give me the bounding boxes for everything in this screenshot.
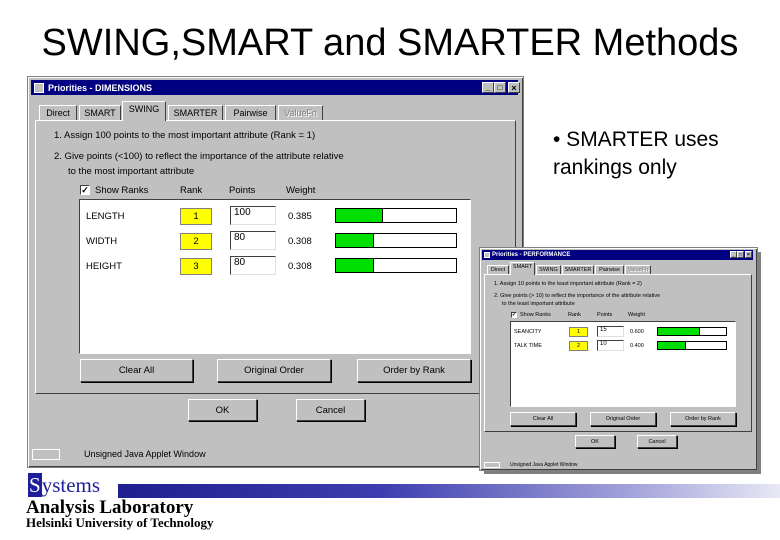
column-header-rank: Rank: [180, 185, 203, 196]
tab-direct[interactable]: Direct: [39, 105, 77, 120]
java-cup-icon: [484, 252, 490, 258]
weight-bar-fill: [658, 328, 700, 335]
logo-systems-cap: S: [28, 473, 42, 497]
original-order-button[interactable]: Original Order: [217, 359, 331, 382]
tab-direct[interactable]: Direct: [487, 265, 509, 274]
priorities-performance-window: Priorities - PERFORMANCE _ □ × Direct SM…: [479, 247, 758, 471]
window-titlebar[interactable]: Priorities - DIMENSIONS: [31, 80, 518, 95]
weight-bar: [335, 233, 457, 248]
weight-value: 0.308: [288, 236, 312, 247]
column-header-weight: Weight: [628, 312, 646, 318]
ok-button[interactable]: OK: [188, 399, 257, 421]
maximize-button[interactable]: □: [494, 82, 506, 93]
tab-swing[interactable]: SWING: [536, 265, 561, 274]
instruction-1: 1. Assign 100 points to the most importa…: [54, 130, 316, 141]
rank-box: 3: [180, 258, 212, 275]
tab-pairwise[interactable]: Pairwise: [225, 105, 276, 120]
maximize-button[interactable]: □: [737, 251, 744, 258]
rank-box: 1: [180, 208, 212, 225]
attribute-name: SEANCITY: [514, 329, 542, 335]
weight-bar: [657, 341, 727, 350]
slide-title: SWING,SMART and SMARTER Methods: [41, 22, 739, 64]
show-ranks-label: Show Ranks: [95, 185, 149, 196]
tab-smarter[interactable]: SMARTER: [562, 265, 594, 274]
rank-box: 2: [180, 233, 212, 250]
weight-bar: [657, 327, 727, 336]
show-ranks-label: Show Ranks: [520, 312, 551, 318]
logo-university: Helsinki University of Technology: [26, 515, 214, 530]
clear-all-button[interactable]: Clear All: [80, 359, 193, 382]
attribute-name: HEIGHT: [86, 261, 122, 272]
tab-smart[interactable]: SMART: [79, 105, 121, 120]
show-ranks-checkbox[interactable]: ✓: [511, 312, 517, 318]
instruction-2: 2. Give points (> 10) to reflect the imp…: [494, 293, 661, 299]
attribute-name: TALK TIME: [514, 343, 542, 349]
status-text: Unsigned Java Applet Window: [84, 449, 206, 459]
clear-all-button[interactable]: Clear All: [510, 412, 576, 426]
logo-systems: Systems: [28, 473, 100, 498]
weight-bar-fill: [658, 342, 687, 349]
order-by-rank-button[interactable]: Order by Rank: [357, 359, 471, 382]
weight-value: 0.600: [630, 329, 644, 335]
logo-stripe: [118, 484, 780, 498]
rank-box: 2: [569, 341, 588, 351]
instruction-3: to the most important attribute: [68, 166, 195, 177]
attribute-name: LENGTH: [86, 211, 125, 222]
points-field[interactable]: 80: [230, 256, 276, 275]
tab-valuefn: ValueFn: [625, 265, 651, 274]
points-field[interactable]: 80: [230, 231, 276, 250]
window-titlebar[interactable]: Priorities - PERFORMANCE: [482, 250, 753, 260]
instruction-2: 2. Give points (<100) to reflect the imp…: [54, 151, 344, 162]
show-ranks-checkbox[interactable]: ✓: [80, 185, 90, 195]
window-title: Priorities - PERFORMANCE: [492, 252, 571, 258]
tab-swing[interactable]: SWING: [122, 101, 166, 121]
points-field[interactable]: 15: [597, 326, 624, 337]
rank-box: 1: [569, 327, 588, 337]
weight-value: 0.400: [630, 343, 644, 349]
points-field[interactable]: 10: [597, 340, 624, 351]
status-bar: Unsigned Java Applet Window: [482, 461, 753, 469]
tab-pairwise[interactable]: Pairwise: [595, 265, 624, 274]
attributes-table: LENGTH 1 100 0.385 WIDTH 2 80 0.308 HEIG…: [79, 199, 471, 354]
priorities-dimensions-window: Priorities - DIMENSIONS _ □ × Direct SMA…: [27, 76, 524, 468]
original-order-button[interactable]: Original Order: [590, 412, 656, 426]
java-warning-icon: [484, 462, 500, 468]
close-button[interactable]: ×: [745, 251, 752, 258]
status-bar: Unsigned Java Applet Window: [30, 445, 519, 463]
column-header-points: Points: [597, 312, 613, 318]
tab-smarter[interactable]: SMARTER: [168, 105, 223, 120]
points-field[interactable]: 100: [230, 206, 276, 225]
weight-value: 0.385: [288, 211, 312, 222]
minimize-button[interactable]: _: [482, 82, 494, 93]
minimize-button[interactable]: _: [730, 251, 737, 258]
cancel-button[interactable]: Cancel: [637, 435, 677, 448]
weight-bar-fill: [336, 259, 374, 272]
java-cup-icon: [34, 82, 44, 93]
logo-systems-rest: ystems: [41, 473, 101, 497]
status-text: Unsigned Java Applet Window: [510, 462, 578, 468]
weight-bar: [335, 258, 457, 273]
instruction-3: to the least important attribute: [502, 301, 575, 307]
tab-smart[interactable]: SMART: [510, 262, 535, 275]
column-header-points: Points: [229, 185, 256, 196]
weight-bar: [335, 208, 457, 223]
column-header-rank: Rank: [568, 312, 581, 318]
window-title: Priorities - DIMENSIONS: [48, 82, 153, 93]
instruction-1: 1. Assign 10 points to the least importa…: [494, 281, 642, 287]
column-header-weight: Weight: [286, 185, 316, 196]
attributes-table: SEANCITY 1 15 0.600 TALK TIME 2 10 0.400: [510, 321, 736, 407]
bullet-point: • SMARTER uses rankings only: [553, 128, 719, 179]
java-warning-icon: [32, 448, 60, 460]
attribute-name: WIDTH: [86, 236, 118, 247]
order-by-rank-button[interactable]: Order by Rank: [670, 412, 736, 426]
tab-valuefn: ValueFn: [278, 105, 323, 120]
weight-bar-fill: [336, 234, 374, 247]
close-button[interactable]: ×: [508, 82, 520, 93]
cancel-button[interactable]: Cancel: [296, 399, 365, 421]
weight-bar-fill: [336, 209, 384, 222]
ok-button[interactable]: OK: [575, 435, 615, 448]
weight-value: 0.308: [288, 261, 312, 272]
